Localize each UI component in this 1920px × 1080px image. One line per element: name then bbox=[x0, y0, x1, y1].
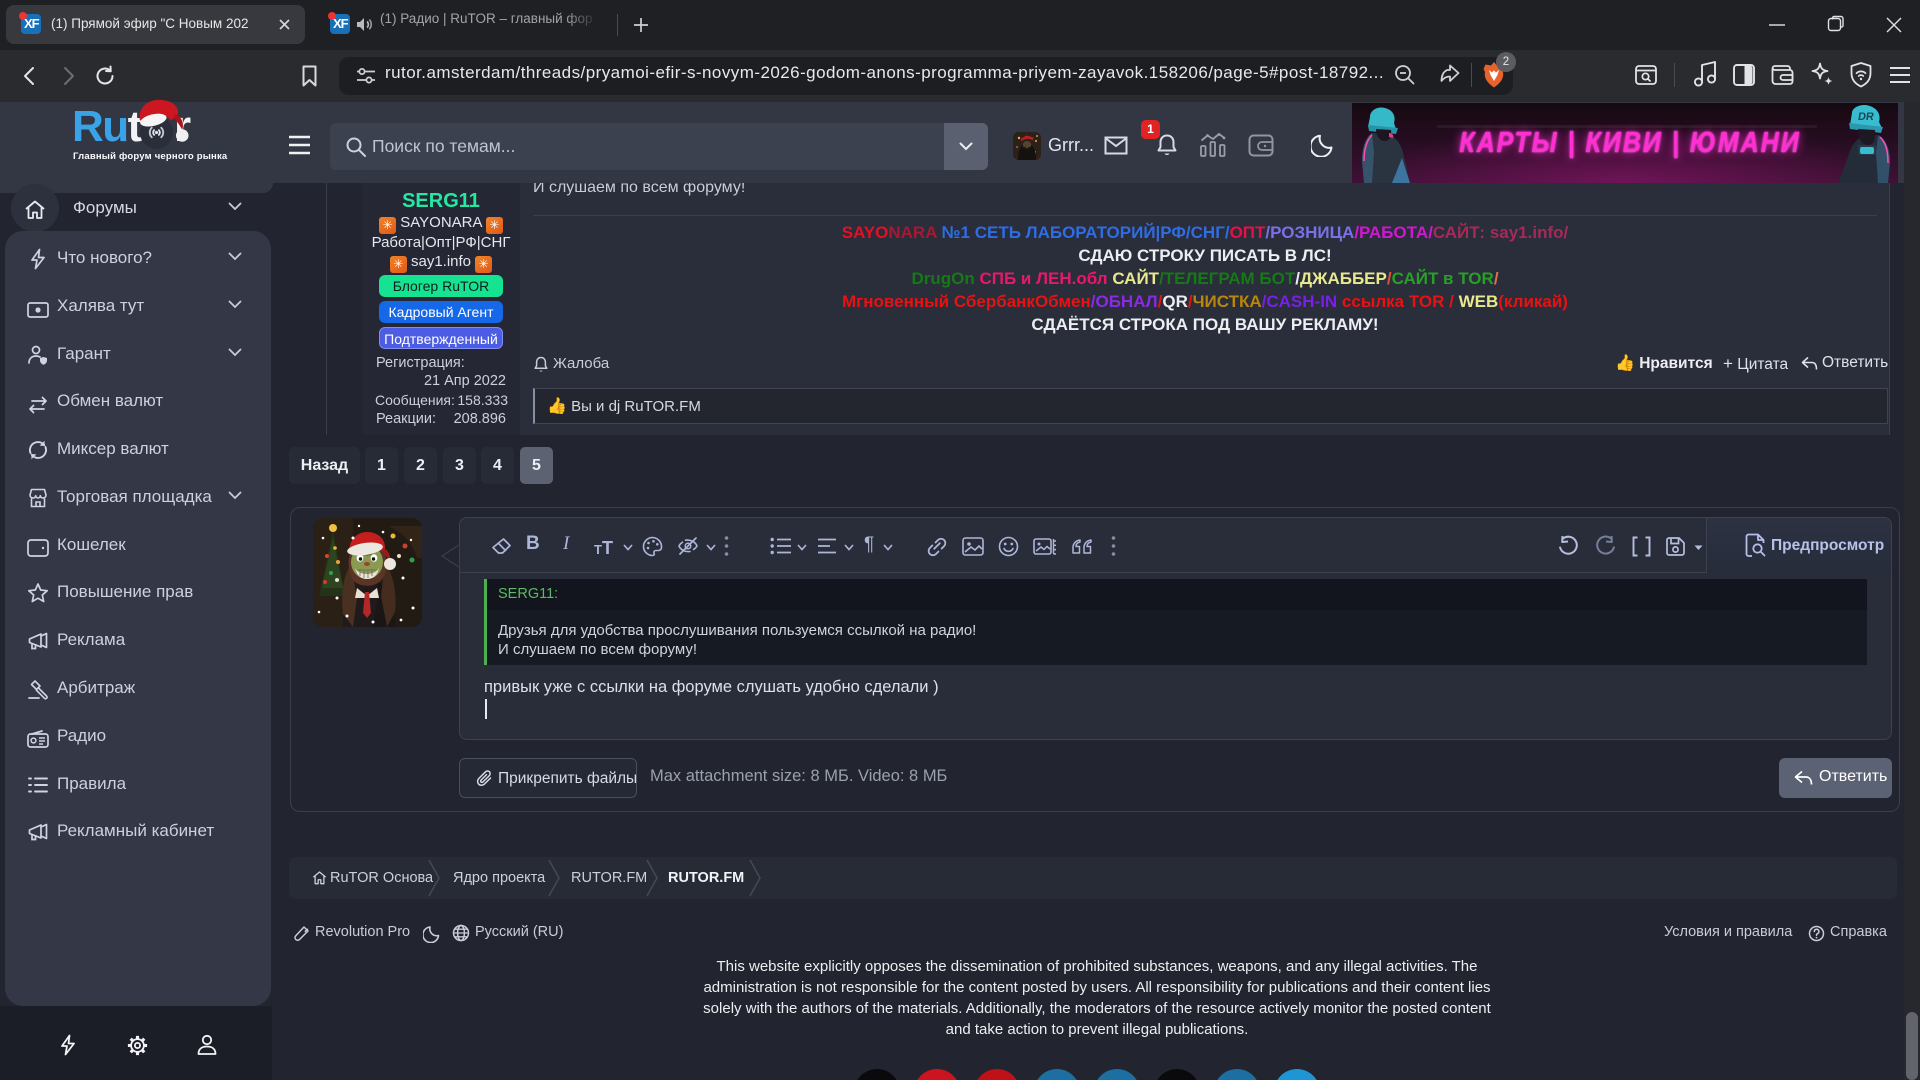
svg-text:DR: DR bbox=[1857, 111, 1875, 123]
